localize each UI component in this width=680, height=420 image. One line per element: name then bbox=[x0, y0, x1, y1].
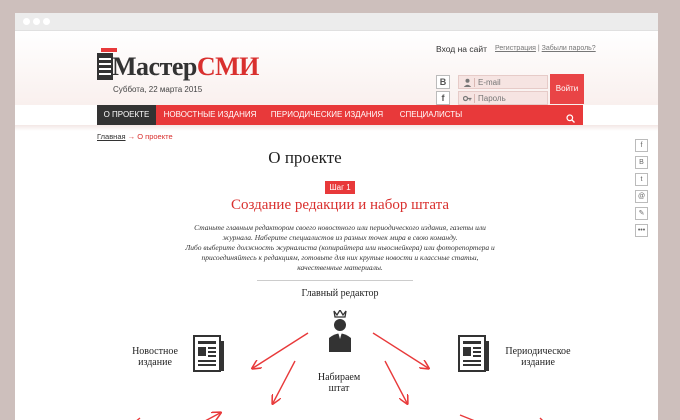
step-title: Создание редакции и набор штата bbox=[230, 197, 450, 213]
arrow-periodical-to-hire bbox=[384, 360, 407, 403]
nav-item-news[interactable]: НОВОСТНЫЕ ИЗДАНИЯ bbox=[161, 105, 259, 125]
share-facebook-button[interactable]: f bbox=[635, 139, 648, 152]
share-more-button[interactable]: ••• bbox=[635, 224, 648, 237]
browser-window: МастерСМИ Суббота, 22 марта 2015 Вход на… bbox=[15, 13, 658, 420]
breadcrumb: Главная → О проекте bbox=[97, 132, 173, 141]
breadcrumb-arrow: → bbox=[127, 132, 136, 141]
logo-text-part2: СМИ bbox=[196, 52, 260, 81]
window-chrome bbox=[15, 13, 658, 31]
share-email-button[interactable]: @ bbox=[635, 190, 648, 203]
login-links: Регистрация | Забыли пароль? bbox=[495, 45, 596, 52]
main-nav: О ПРОЕКТЕ НОВОСТНЫЕ ИЗДАНИЯ ПЕРИОДИЧЕСКИ… bbox=[97, 105, 583, 125]
site-logo[interactable]: МастерСМИ bbox=[97, 48, 259, 83]
share-vk-button[interactable]: В bbox=[635, 156, 648, 169]
nav-item-specialists[interactable]: СПЕЦИАЛИСТЫ bbox=[395, 105, 467, 125]
arrow-chief-to-periodical bbox=[372, 332, 428, 368]
intro-paragraph: Станьте главным редактором своего новост… bbox=[194, 223, 486, 242]
email-input[interactable] bbox=[478, 76, 546, 88]
vk-login-button[interactable]: В bbox=[436, 75, 450, 89]
current-date: Суббота, 22 марта 2015 bbox=[113, 85, 203, 94]
login-links-separator: | bbox=[537, 45, 540, 52]
window-dot-icon bbox=[43, 18, 50, 25]
nav-item-periodicals[interactable]: ПЕРИОДИЧЕСКИЕ ИЗДАНИЯ bbox=[265, 105, 389, 125]
user-icon bbox=[463, 78, 472, 87]
password-field[interactable] bbox=[458, 91, 548, 105]
nav-item-about[interactable]: О ПРОЕКТЕ bbox=[97, 105, 156, 125]
register-link[interactable]: Регистрация bbox=[495, 45, 536, 52]
logo-text-part1: Мастер bbox=[112, 52, 197, 81]
step-badge: Шаг 1 bbox=[325, 181, 355, 194]
window-dot-icon bbox=[23, 18, 30, 25]
chief-editor-label: Главный редактор bbox=[301, 288, 379, 299]
facebook-login-button[interactable]: f bbox=[436, 91, 450, 105]
divider bbox=[257, 280, 413, 281]
window-dot-icon bbox=[33, 18, 40, 25]
arrow-left-center bbox=[205, 413, 220, 420]
login-title: Вход на сайт bbox=[436, 44, 487, 54]
login-button[interactable]: Войти bbox=[550, 74, 584, 104]
arrow-chief-to-news bbox=[253, 332, 309, 368]
share-edit-button[interactable]: ✎ bbox=[635, 207, 648, 220]
key-icon bbox=[462, 94, 472, 103]
password-input[interactable] bbox=[478, 92, 546, 104]
search-icon[interactable] bbox=[566, 110, 575, 123]
newspaper-logo-icon bbox=[97, 48, 117, 80]
forgot-password-link[interactable]: Забыли пароль? bbox=[542, 45, 596, 52]
breadcrumb-current: О проекте bbox=[137, 132, 173, 141]
secondary-paragraph: Либо выберите должность журналиста (копи… bbox=[185, 243, 495, 272]
diagram-arrows bbox=[136, 332, 543, 420]
breadcrumb-home[interactable]: Главная bbox=[97, 132, 126, 141]
page-title: О проекте bbox=[268, 148, 342, 167]
arrow-news-to-hire bbox=[273, 360, 296, 403]
share-twitter-button[interactable]: t bbox=[635, 173, 648, 186]
site-header: МастерСМИ Суббота, 22 марта 2015 Вход на… bbox=[15, 31, 658, 105]
arrow-right-center bbox=[459, 414, 475, 420]
email-field[interactable] bbox=[458, 75, 548, 89]
